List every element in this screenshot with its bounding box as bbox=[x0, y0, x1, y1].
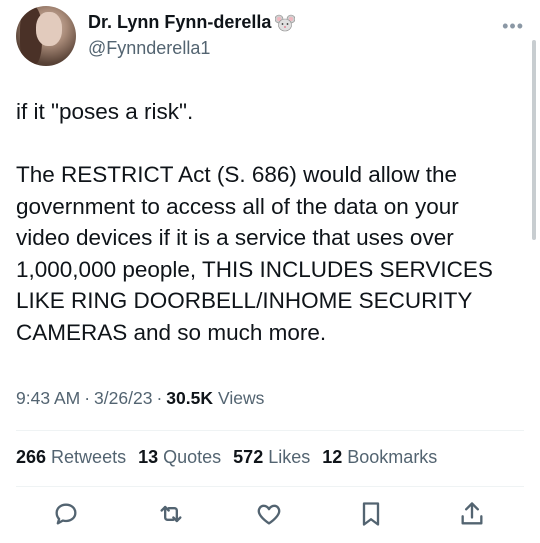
bookmark-icon[interactable] bbox=[357, 500, 387, 530]
tweet-meta: 9:43 AM · 3/26/23 · 30.5K Views bbox=[16, 388, 264, 409]
retweets-label: Retweets bbox=[51, 447, 127, 467]
like-icon[interactable] bbox=[255, 500, 285, 530]
mouse-face-icon bbox=[275, 14, 296, 31]
bookmarks-count: 12 bbox=[322, 447, 343, 467]
meta-separator: · bbox=[84, 388, 91, 408]
scrollbar[interactable] bbox=[532, 40, 536, 240]
retweet-icon[interactable] bbox=[157, 500, 187, 530]
author-handle[interactable]: @Fynnderella1 bbox=[88, 38, 210, 59]
action-bar bbox=[16, 500, 524, 530]
likes-stat[interactable]: 572 Likes bbox=[233, 447, 310, 468]
bookmarks-stat[interactable]: 12 Bookmarks bbox=[322, 447, 437, 468]
share-icon[interactable] bbox=[458, 500, 488, 530]
more-options-icon[interactable]: ••• bbox=[502, 16, 524, 37]
bookmarks-label: Bookmarks bbox=[347, 447, 438, 467]
likes-count: 572 bbox=[233, 447, 264, 467]
retweets-count: 266 bbox=[16, 447, 47, 467]
tweet-stats: 266 Retweets 13 Quotes 572 Likes 12 Book… bbox=[16, 447, 449, 468]
tweet-time[interactable]: 9:43 AM bbox=[16, 388, 80, 409]
tweet-header: Dr. Lynn Fynn-derella @Fynnderella1 ••• bbox=[16, 6, 524, 68]
quotes-count: 13 bbox=[138, 447, 159, 467]
divider bbox=[16, 486, 524, 487]
name-row: Dr. Lynn Fynn-derella bbox=[88, 12, 296, 33]
author-name[interactable]: Dr. Lynn Fynn-derella bbox=[88, 12, 271, 33]
views-label: Views bbox=[217, 388, 265, 408]
likes-label: Likes bbox=[268, 447, 311, 467]
retweets-stat[interactable]: 266 Retweets bbox=[16, 447, 126, 468]
views-count[interactable]: 30.5K bbox=[166, 388, 213, 409]
tweet-date[interactable]: 3/26/23 bbox=[94, 388, 152, 409]
meta-separator: · bbox=[156, 388, 163, 408]
quotes-label: Quotes bbox=[163, 447, 222, 467]
tweet-text: if it "poses a risk". The RESTRICT Act (… bbox=[16, 99, 493, 345]
divider bbox=[16, 430, 524, 431]
avatar[interactable] bbox=[16, 6, 76, 66]
quotes-stat[interactable]: 13 Quotes bbox=[138, 447, 221, 468]
reply-icon[interactable] bbox=[52, 500, 82, 530]
